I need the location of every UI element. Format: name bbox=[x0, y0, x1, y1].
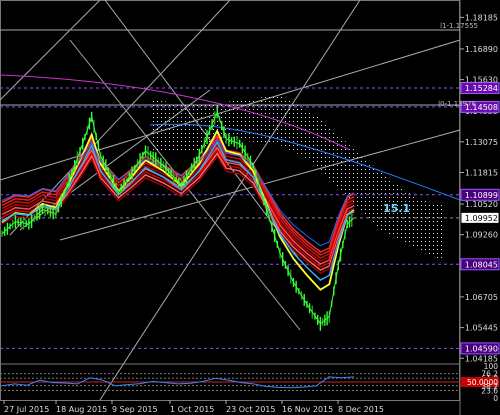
price-tick-label: 1.10520 bbox=[465, 200, 498, 209]
trading-chart[interactable]: 10076.261.850.000038.223.60 1.181851.168… bbox=[0, 0, 500, 415]
level-label-l0: l0-1.13976 bbox=[438, 100, 476, 108]
chart-canvas[interactable]: 10076.261.850.000038.223.60 1.181851.168… bbox=[0, 0, 500, 415]
price-tick-label: 1.04185 bbox=[465, 354, 498, 363]
annotation-label: 15.1 bbox=[383, 202, 410, 215]
date-tick-label: 18 Aug 2015 bbox=[56, 405, 107, 414]
date-tick-label: 1 Oct 2015 bbox=[170, 405, 214, 414]
oscillator-panel: 10076.261.850.000038.223.60 bbox=[0, 362, 499, 403]
level-label-l1: l1-1.17555 bbox=[440, 22, 478, 30]
level-badge-label: 1.10899 bbox=[465, 191, 498, 200]
price-tick-label: 1.11815 bbox=[465, 169, 498, 178]
price-tick-label: 1.16890 bbox=[465, 45, 498, 54]
level-badge-label: 1.15284 bbox=[465, 84, 498, 93]
level-badges: 1.152841.145081.108991.099521.080451.045… bbox=[460, 82, 500, 355]
date-tick-label: 16 Nov 2015 bbox=[282, 405, 333, 414]
date-tick-label: 9 Sep 2015 bbox=[112, 405, 158, 414]
price-tick-label: 1.09260 bbox=[465, 231, 498, 240]
oscillator-tick-label: 0 bbox=[493, 394, 498, 403]
price-tick-label: 1.06705 bbox=[465, 293, 498, 302]
date-tick-label: 8 Dec 2015 bbox=[338, 405, 384, 414]
level-badge-label: 1.08045 bbox=[465, 260, 498, 269]
level-badge-label: 1.04590 bbox=[465, 344, 498, 353]
date-axis-ticks: 27 Jul 2015 18 Aug 2015 9 Sep 2015 1 Oct 20… bbox=[3, 400, 384, 414]
price-tick-label: 1.05445 bbox=[465, 324, 498, 333]
price-axis-ticks: 1.181851.168901.156301.143351.130751.118… bbox=[460, 13, 498, 363]
price-tick-label: 1.13075 bbox=[465, 138, 498, 147]
date-tick-label: 27 Jul 2015 bbox=[4, 405, 49, 414]
date-tick-label: 23 Oct 2015 bbox=[226, 405, 275, 414]
level-badge-label: 1.09952 bbox=[465, 214, 498, 223]
